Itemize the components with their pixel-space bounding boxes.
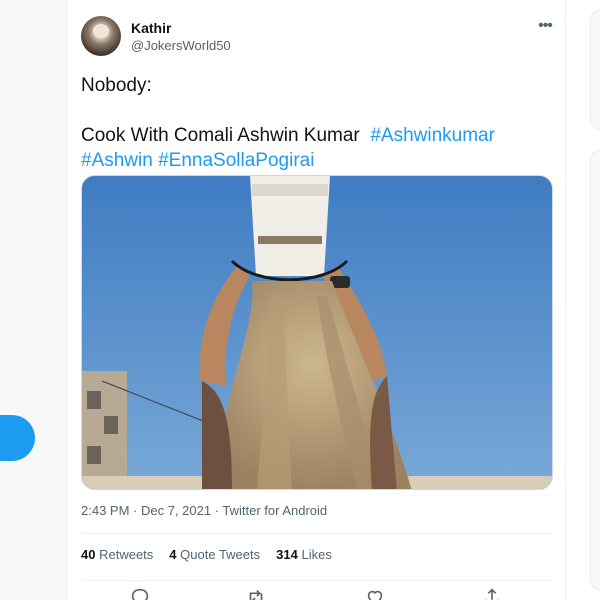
tweet-detail: Kathir @JokersWorld50 ••• Nobody: Cook W… <box>66 0 566 600</box>
tweet-text-line: Cook With Comali Ashwin Kumar #Ashwinkum… <box>81 123 551 148</box>
tweet-text-spacer <box>81 98 551 123</box>
tweet-text-line: #Ashwin #EnnaSollaPogirai <box>81 148 551 173</box>
tweet-text: Nobody: Cook With Comali Ashwin Kumar #A… <box>81 73 551 173</box>
hashtag-link[interactable]: #EnnaSollaPogirai <box>158 150 314 171</box>
author-handle[interactable]: @JokersWorld50 <box>131 38 231 53</box>
likes-stat[interactable]: 314 Likes <box>276 547 332 562</box>
likes-count: 314 <box>276 547 298 562</box>
retweets-count: 40 <box>81 547 96 562</box>
tweet-timestamp[interactable]: 2:43 PM · Dec 7, 2021 · Twitter for Andr… <box>81 503 327 518</box>
engagement-stats: 40 Retweets 4 Quote Tweets 314 Likes <box>81 547 332 562</box>
divider <box>81 533 553 534</box>
photo-illustration <box>82 176 552 489</box>
hashtag-link[interactable]: #Ashwin <box>81 150 153 171</box>
tweet-text-plain: Cook With Comali Ashwin Kumar <box>81 125 360 146</box>
author-name[interactable]: Kathir <box>131 20 171 36</box>
retweet-icon[interactable] <box>245 586 267 600</box>
avatar[interactable] <box>81 16 121 56</box>
left-sidebar <box>0 0 66 600</box>
quote-tweets-label: Quote Tweets <box>180 547 261 562</box>
divider <box>81 580 553 581</box>
quote-tweets-count: 4 <box>169 547 177 562</box>
more-options-icon[interactable]: ••• <box>533 18 557 38</box>
hashtag-link[interactable]: #Ashwinkumar <box>370 125 495 146</box>
like-icon[interactable] <box>364 586 386 600</box>
retweets-stat[interactable]: 40 Retweets <box>81 547 153 562</box>
share-icon[interactable] <box>481 586 503 600</box>
right-sidebar-card <box>590 150 600 590</box>
tweet-text-line: Nobody: <box>81 75 152 96</box>
tweet-media-image[interactable] <box>81 175 553 490</box>
right-sidebar-card <box>590 10 600 130</box>
reply-icon[interactable] <box>129 586 151 600</box>
retweets-label: Retweets <box>99 547 154 562</box>
quote-tweets-stat[interactable]: 4 Quote Tweets <box>169 547 260 562</box>
likes-label: Likes <box>301 547 332 562</box>
